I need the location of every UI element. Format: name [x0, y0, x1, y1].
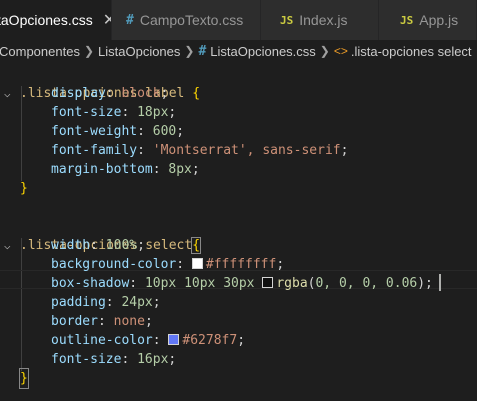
breadcrumb-symbol[interactable]: .lista-opciones select [351, 44, 472, 59]
css-property: margin-bottom [51, 162, 153, 177]
css-file-icon: # [198, 43, 207, 59]
breadcrumb-file[interactable]: ListaOpciones.css [210, 44, 316, 59]
css-property: font-size [51, 352, 122, 367]
tab-campo-texto-css[interactable]: # CampoTexto.css [112, 0, 261, 40]
css-value: 8px [168, 162, 192, 177]
css-value: 600 [152, 124, 177, 139]
code-line: ⌵ .lista-opciones select{ [4, 237, 201, 254]
css-property: width [51, 238, 91, 253]
css-property: border [51, 314, 98, 329]
tab-label: App.js [419, 12, 459, 28]
css-function: rgba [276, 276, 308, 291]
tab-app-js[interactable]: JS App.js [379, 0, 477, 40]
css-value: 10px 10px 30px [144, 276, 255, 291]
css-value: 0, 0, 0, 0.06 [315, 276, 418, 291]
tab-lista-opciones-css[interactable]: taOpciones.css ✕ [0, 0, 112, 40]
css-property: padding [51, 295, 106, 310]
css-property: font-family [51, 143, 138, 158]
css-value: 100% [105, 238, 138, 253]
css-property: font-size [51, 105, 122, 120]
tab-label: taOpciones.css [0, 12, 93, 28]
code-line: ⌵ .lista-opciones label { [4, 86, 201, 101]
breadcrumb: Componentes ❯ ListaOpciones ❯ # ListaOpc… [0, 40, 477, 62]
css-file-icon: # [126, 12, 134, 28]
js-file-icon: JS [400, 13, 414, 27]
tab-index-js[interactable]: JS Index.js [261, 0, 379, 40]
css-property: box-shadow [51, 276, 130, 291]
css-value: #6278f7 [182, 333, 238, 348]
css-value: 24px [121, 295, 153, 310]
css-property: display [51, 86, 106, 101]
tab-label: Index.js [299, 12, 348, 28]
breadcrumb-folder-lista-opciones[interactable]: ListaOpciones [98, 44, 180, 59]
chevron-right-icon: ❯ [319, 44, 330, 58]
css-value: block [121, 86, 161, 101]
chevron-down-icon[interactable]: ⌵ [4, 84, 11, 103]
color-swatch[interactable] [262, 277, 274, 288]
css-value: #ffffffff [205, 257, 277, 272]
editor-tab-bar: taOpciones.css ✕ # CampoTexto.css JS Ind… [0, 0, 477, 40]
indent-guide [21, 238, 22, 371]
chevron-right-icon: ❯ [83, 44, 95, 58]
css-property: outline-color [51, 333, 153, 348]
chevron-down-icon[interactable]: ⌵ [4, 236, 11, 255]
tab-label: CampoTexto.css [139, 12, 244, 28]
css-property: background-color [51, 257, 177, 272]
css-property: font-weight [51, 124, 138, 139]
css-value: none [113, 314, 145, 329]
css-value: , sans-serif [246, 143, 341, 158]
breadcrumb-folder-componentes[interactable]: Componentes [0, 44, 80, 59]
css-value: 16px [137, 352, 169, 367]
color-swatch[interactable] [191, 258, 203, 269]
chevron-right-icon: ❯ [184, 44, 195, 58]
css-value: 'Montserrat' [152, 143, 247, 158]
close-icon[interactable]: ✕ [103, 10, 111, 30]
js-file-icon: JS [280, 13, 294, 27]
code-editor[interactable]: ⌵ .lista-opciones label { display: block;… [0, 62, 477, 401]
css-value: 18px [137, 105, 169, 120]
color-swatch[interactable] [168, 334, 180, 345]
text-cursor [438, 274, 441, 291]
selector-symbol-icon: <> [333, 44, 348, 58]
